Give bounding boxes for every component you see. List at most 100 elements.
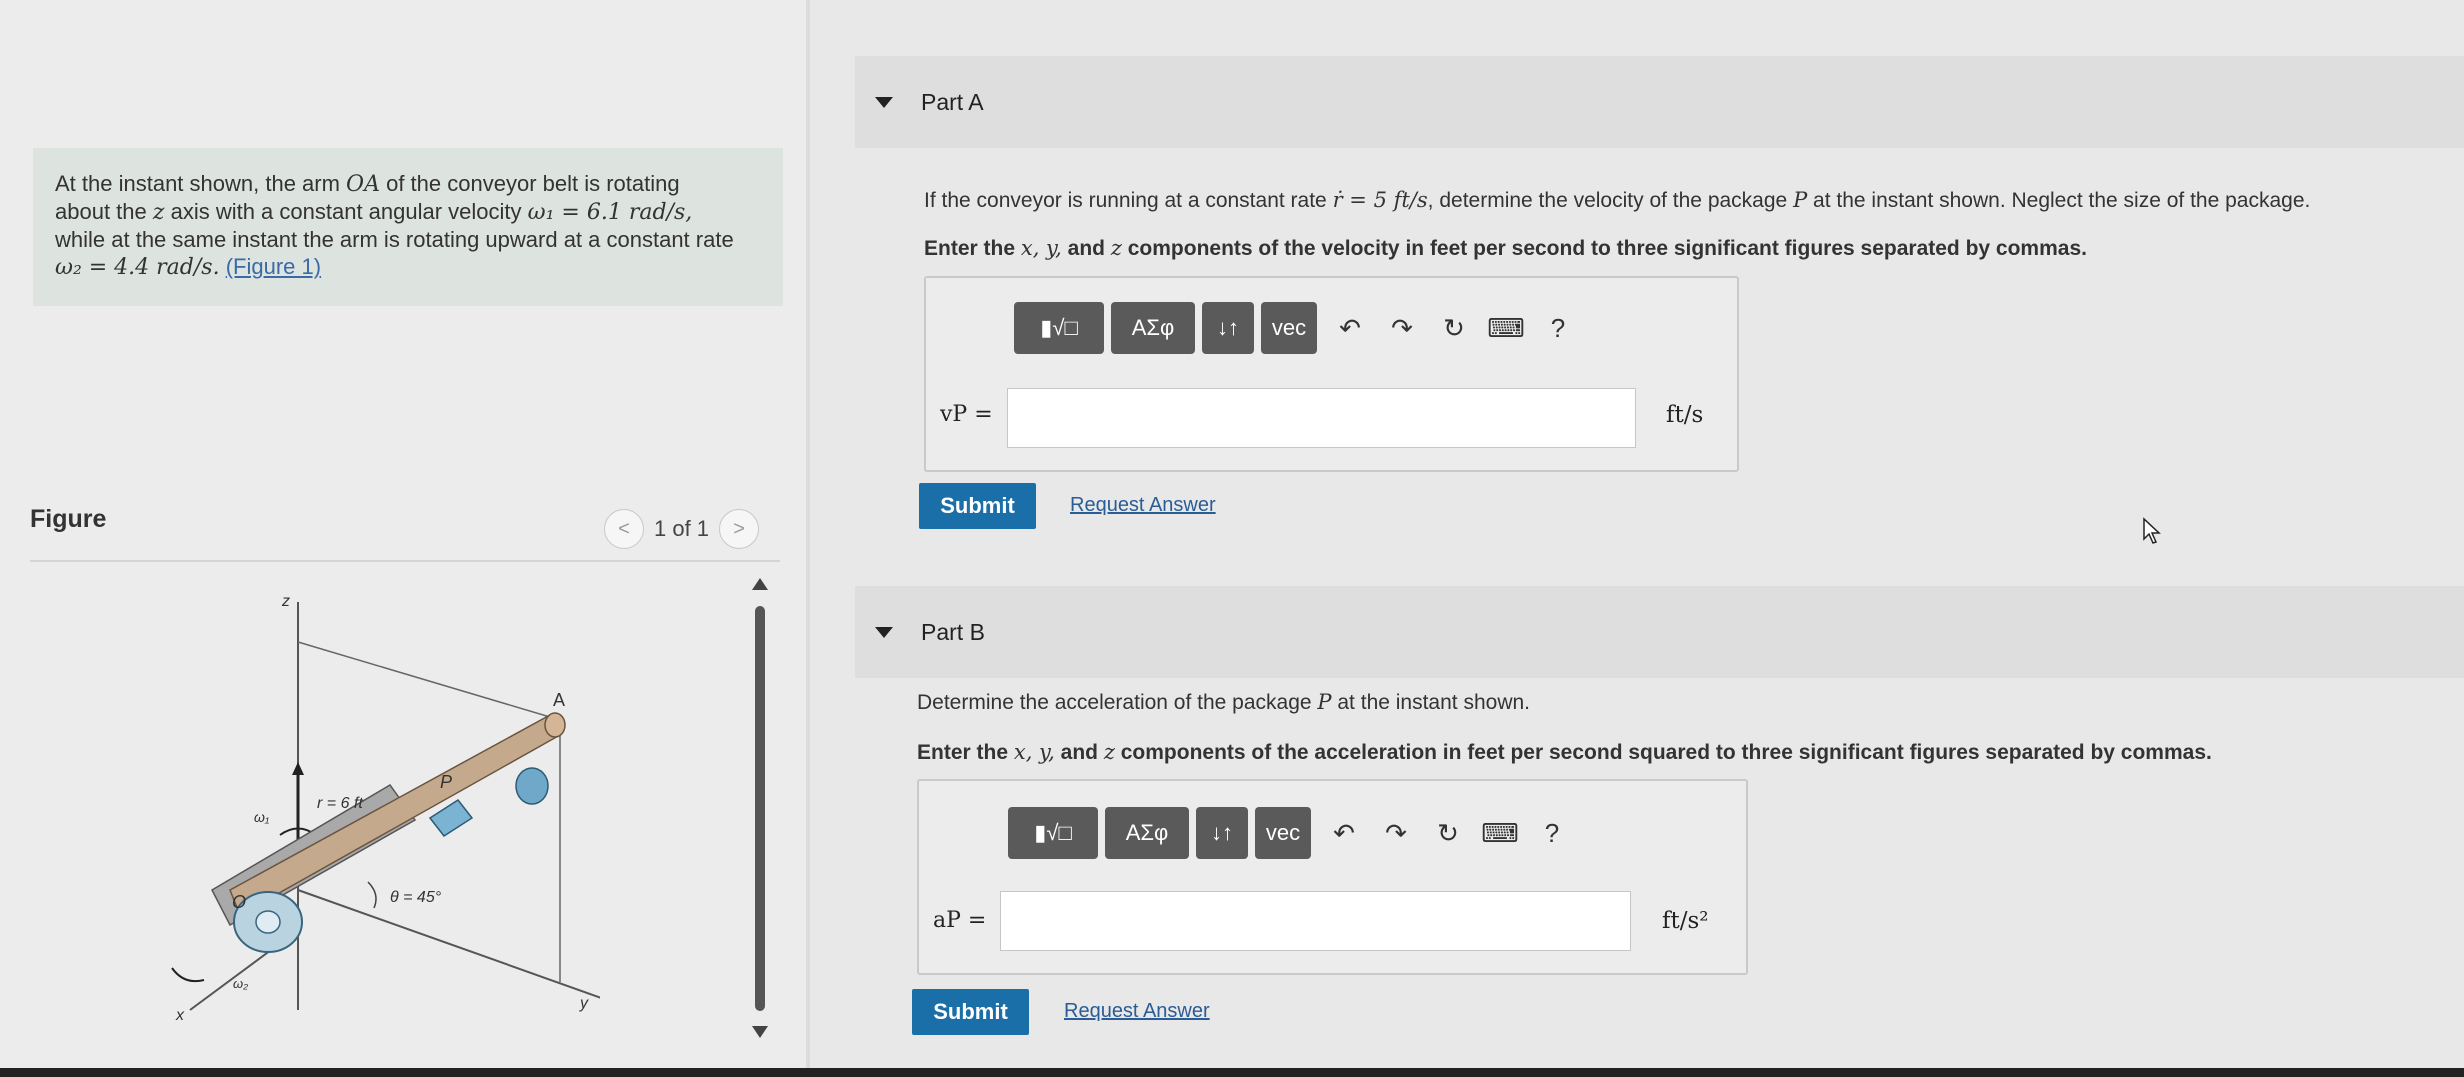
undo-icon[interactable]: ↶ [1318, 807, 1370, 859]
redo-icon[interactable]: ↷ [1376, 302, 1428, 354]
omega1-value: ω₁ = 6.1 rad/s, [527, 200, 693, 225]
r-label: r = 6 ft [317, 795, 363, 812]
help-icon[interactable]: ? [1526, 807, 1578, 859]
keyboard-icon[interactable]: ⌨ [1480, 302, 1532, 354]
vec-button[interactable]: vec [1255, 807, 1311, 859]
problem-text: while at the same instant the arm is rot… [55, 227, 734, 252]
help-icon[interactable]: ? [1532, 302, 1584, 354]
velocity-unit: ft/s [1666, 402, 1704, 428]
acceleration-input[interactable] [1000, 891, 1631, 951]
undo-icon[interactable]: ↶ [1324, 302, 1376, 354]
figure-link[interactable]: (Figure 1) [226, 254, 321, 279]
package-symbol: P [1317, 690, 1332, 714]
arrows-button[interactable]: ↓↑ [1202, 302, 1254, 354]
z-symbol: z [152, 200, 165, 225]
part-b-math-toolbar: ▮√□ ΑΣφ ↓↑ vec ↶ ↷ ↻ ⌨ ? [1008, 807, 1578, 859]
scroll-thumb[interactable] [755, 606, 765, 1011]
omega1-arrowhead [292, 762, 304, 775]
arrows-button[interactable]: ↓↑ [1196, 807, 1248, 859]
part-b-question: Determine the acceleration of the packag… [917, 690, 1530, 715]
redo-icon[interactable]: ↷ [1370, 807, 1422, 859]
instruction-text: components of the acceleration in feet p… [1114, 741, 2212, 764]
z-symbol: z [1110, 236, 1122, 260]
reset-icon[interactable]: ↻ [1422, 807, 1474, 859]
problem-text: about the [55, 199, 153, 224]
y-axis-label: y [579, 995, 589, 1012]
roller-end [544, 712, 566, 738]
instruction-text: Enter the [924, 237, 1021, 260]
vec-button[interactable]: vec [1261, 302, 1317, 354]
collapse-caret-icon[interactable] [875, 626, 893, 638]
xyz-symbols: x, y, [1013, 740, 1055, 764]
part-a-request-answer-link[interactable]: Request Answer [1070, 494, 1216, 517]
belt-pulley [515, 767, 549, 805]
conveyor-roller [229, 713, 561, 917]
figure-title: Figure [30, 505, 107, 533]
helper-line [297, 641, 561, 721]
part-a-submit-button[interactable]: Submit [919, 483, 1036, 529]
instruction-text: Enter the [917, 741, 1014, 764]
theta-label: θ = 45° [390, 889, 442, 906]
keyboard-icon[interactable]: ⌨ [1474, 807, 1526, 859]
xyz-symbols: x, y, [1020, 236, 1062, 260]
question-text: Determine the acceleration of the packag… [917, 691, 1318, 714]
collapse-caret-icon[interactable] [875, 96, 893, 108]
acceleration-label: aP = [933, 908, 987, 933]
bottom-bar [0, 1068, 2464, 1077]
arm-symbol: OA [346, 172, 380, 197]
symbols-button[interactable]: ΑΣφ [1111, 302, 1195, 354]
problem-text: At the instant shown, the arm [55, 171, 347, 196]
mouse-cursor-icon [2143, 517, 2161, 544]
instruction-text: components of the velocity in feet per s… [1121, 237, 2087, 260]
reset-icon[interactable]: ↻ [1428, 302, 1480, 354]
velocity-input[interactable] [1007, 388, 1636, 448]
y-axis-line [297, 889, 600, 999]
point-o-label: O [232, 892, 246, 912]
package-symbol: P [1793, 188, 1808, 212]
prev-figure-button[interactable]: < [604, 509, 644, 549]
acceleration-unit: ft/s² [1662, 908, 1709, 934]
z-symbol: z [1103, 740, 1115, 764]
part-b-request-answer-link[interactable]: Request Answer [1064, 1000, 1210, 1023]
instruction-text: and [1061, 237, 1111, 260]
omega2-value: ω₂ = 4.4 rad/s. [55, 255, 220, 280]
question-text: at the instant shown. [1331, 691, 1531, 714]
point-p-label: P [440, 772, 452, 792]
scroll-up-arrow[interactable] [752, 578, 768, 590]
problem-text: of the conveyor belt is rotating [379, 171, 680, 196]
part-a-instruction: Enter the x, y, and z components of the … [924, 236, 2087, 261]
templates-button[interactable]: ▮√□ [1014, 302, 1104, 354]
x-axis-label: x [175, 1007, 185, 1024]
figure-page-count: 1 of 1 [654, 516, 710, 541]
question-text: If the conveyor is running at a constant… [924, 189, 1333, 212]
point-a-label: A [553, 690, 565, 710]
scroll-down-arrow[interactable] [752, 1026, 768, 1038]
rate-value: ṙ = 5 ft/s [1332, 188, 1428, 212]
omega1-label: ω₁ [254, 809, 270, 825]
figure-scrollbar[interactable] [752, 578, 768, 1038]
part-b-instruction: Enter the x, y, and z components of the … [917, 740, 2212, 765]
next-figure-button[interactable]: > [719, 509, 760, 549]
problem-statement: At the instant shown, the arm OA of the … [33, 148, 783, 306]
part-a-header[interactable]: Part A [855, 56, 2464, 148]
part-b-submit-button[interactable]: Submit [912, 989, 1029, 1035]
symbols-button[interactable]: ΑΣφ [1105, 807, 1189, 859]
pivot-pin [255, 910, 281, 934]
part-a-label: Part A [921, 88, 984, 115]
omega2-curl [171, 967, 205, 983]
figure-pager: < 1 of 1 > [604, 509, 760, 549]
problem-text: axis with a constant angular velocity [164, 199, 528, 224]
instruction-text: and [1054, 741, 1104, 764]
part-b-label: Part B [921, 618, 985, 645]
question-text: , determine the velocity of the package [1427, 189, 1794, 212]
velocity-label: vP = [940, 402, 993, 427]
part-a-math-toolbar: ▮√□ ΑΣφ ↓↑ vec ↶ ↷ ↻ ⌨ ? [1014, 302, 1584, 354]
figure-divider [30, 560, 780, 562]
part-a-question: If the conveyor is running at a constant… [924, 188, 2310, 213]
z-axis-label: z [281, 593, 290, 610]
conveyor-figure: z A P r = 6 ft ω₁ O θ = 45° ω₂ x y [171, 593, 600, 1024]
question-text: at the instant shown. Neglect the size o… [1807, 189, 2311, 212]
templates-button[interactable]: ▮√□ [1008, 807, 1098, 859]
theta-arc [367, 881, 377, 909]
part-b-header[interactable]: Part B [855, 586, 2464, 678]
